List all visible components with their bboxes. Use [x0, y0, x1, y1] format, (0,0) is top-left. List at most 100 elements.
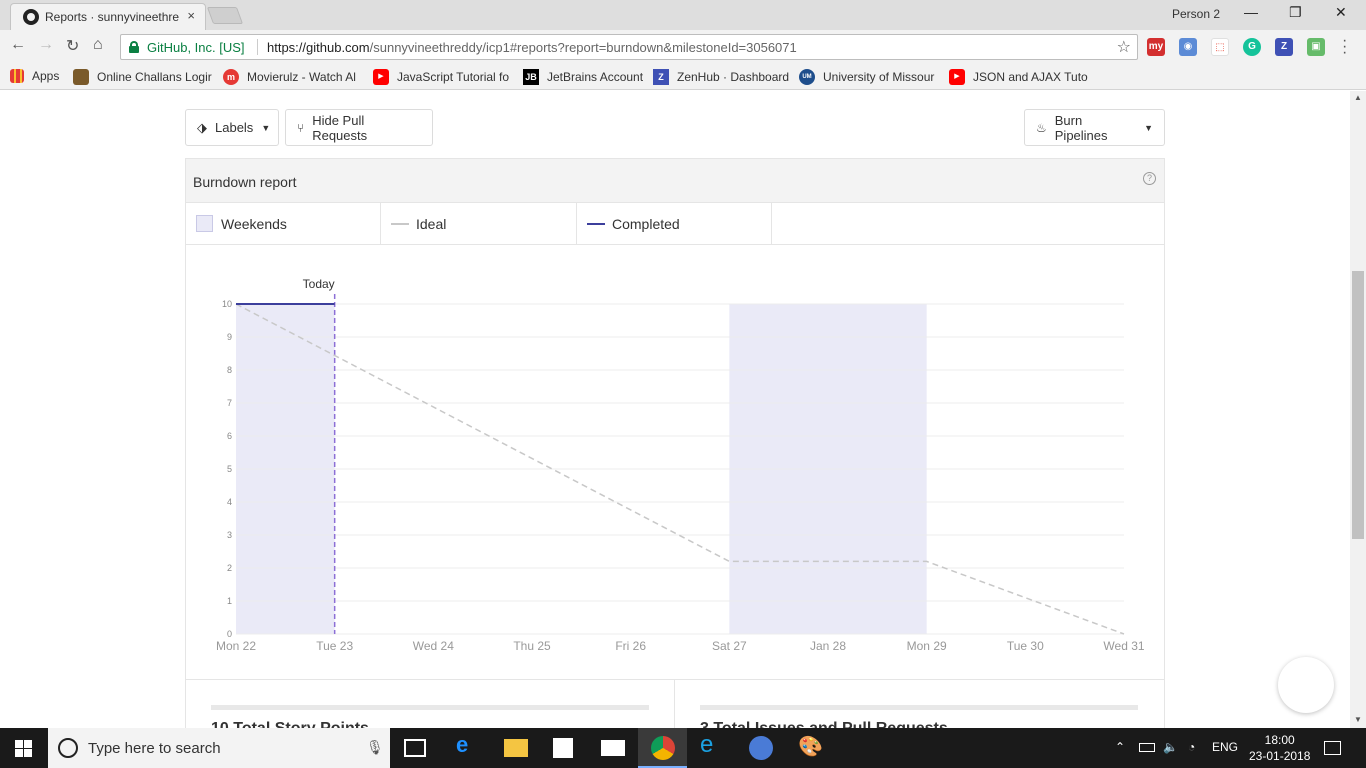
- file-explorer-icon[interactable]: [504, 739, 528, 757]
- chrome-active-taskbar[interactable]: [638, 728, 687, 768]
- bookmark-apps[interactable]: Apps: [10, 69, 59, 83]
- address-bar[interactable]: GitHub, Inc. [US] https://github.com/sun…: [120, 34, 1138, 60]
- x-tick-label: Tue 23: [316, 639, 353, 653]
- bookmark-star-icon[interactable]: ☆: [1117, 37, 1131, 57]
- edge-icon[interactable]: e: [456, 732, 480, 757]
- x-tick-label: Wed 24: [413, 639, 454, 653]
- lock-icon: [129, 41, 139, 53]
- apps-grid-icon: [10, 69, 24, 83]
- story-points-bar: [211, 705, 649, 710]
- browser-menu-icon[interactable]: · · ·: [1342, 33, 1347, 61]
- x-tick-label: Tue 30: [1007, 639, 1044, 653]
- back-icon[interactable]: ←: [10, 36, 26, 54]
- legend-ideal[interactable]: Ideal: [381, 203, 577, 244]
- close-window-icon[interactable]: ✕: [1335, 4, 1347, 21]
- legend-weekends[interactable]: Weekends: [186, 203, 381, 244]
- legend-completed[interactable]: Completed: [577, 203, 772, 244]
- jetbrains-icon: JB: [523, 69, 539, 85]
- panel-header: Burndown report ?: [186, 159, 1164, 203]
- page-scrollbar[interactable]: ▲ ▼: [1350, 91, 1366, 728]
- extension-image-icon[interactable]: ▣: [1307, 38, 1325, 56]
- address-divider: [257, 39, 258, 55]
- windows-taskbar: Type here to search 🎙 e e 🎨 ⌃ 🔈 ◔ ENG 18…: [0, 728, 1366, 768]
- new-tab-button[interactable]: [206, 7, 244, 24]
- bookmark-json-ajax[interactable]: ▶ JSON and AJAX Tuto: [949, 69, 1088, 85]
- scroll-down-icon[interactable]: ▼: [1354, 715, 1362, 724]
- internet-explorer-icon[interactable]: e: [700, 731, 724, 758]
- tray-chevron-icon[interactable]: ⌃: [1115, 740, 1125, 754]
- chrome-secondary-icon[interactable]: [749, 736, 773, 760]
- flame-icon: ♨: [1036, 120, 1047, 135]
- forward-icon[interactable]: →: [38, 36, 54, 54]
- burn-pipelines-button[interactable]: ♨ Burn Pipelines ▼: [1024, 109, 1165, 146]
- y-tick-label: 10: [222, 299, 232, 309]
- x-tick-label: Mon 29: [907, 639, 947, 653]
- volume-icon[interactable]: 🔈: [1163, 740, 1178, 754]
- stats-section: 10 Total Story Points 3 Total Issues and…: [186, 679, 1164, 728]
- extension-dot-icon[interactable]: ◉: [1179, 38, 1197, 56]
- bookmark-javascript-tutorial[interactable]: ▶ JavaScript Tutorial fo: [373, 69, 509, 85]
- bookmark-online-challans[interactable]: Online Challans Logir: [73, 69, 212, 85]
- extension-zenhub-icon[interactable]: Z: [1275, 38, 1293, 56]
- bookmark-zenhub[interactable]: Z ZenHub · Dashboard: [653, 69, 789, 85]
- stats-divider: [674, 680, 675, 728]
- minimize-icon[interactable]: —: [1244, 4, 1258, 20]
- bookmark-movierulz[interactable]: m Movierulz - Watch Al: [223, 69, 356, 85]
- chrome-icon: [651, 736, 675, 760]
- bookmark-label: University of Missour: [823, 70, 935, 84]
- home-icon[interactable]: ⌂: [93, 36, 103, 54]
- help-icon[interactable]: ?: [1143, 172, 1156, 185]
- paint-icon[interactable]: 🎨: [798, 734, 823, 758]
- windows-start-icon[interactable]: [15, 740, 32, 757]
- y-tick-label: 0: [227, 629, 232, 639]
- legend-completed-label: Completed: [612, 215, 680, 232]
- ideal-swatch: [391, 222, 409, 225]
- bookmark-label: Movierulz - Watch Al: [247, 70, 356, 84]
- x-tick-label: Jan 28: [810, 639, 846, 653]
- total-story-points: 10 Total Story Points: [211, 720, 369, 728]
- issues-bar: [700, 705, 1138, 710]
- hide-pull-requests-button[interactable]: ⑂ Hide Pull Requests: [285, 109, 433, 146]
- tag-icon: ⬗: [197, 119, 207, 135]
- extension-pdf-icon[interactable]: ⬚: [1211, 38, 1229, 56]
- reload-icon[interactable]: ↻: [66, 36, 79, 56]
- bookmark-label: JetBrains Account: [547, 70, 644, 84]
- mail-icon[interactable]: [601, 740, 625, 756]
- microphone-icon[interactable]: 🎙: [366, 739, 384, 756]
- wifi-icon[interactable]: ◔: [1188, 740, 1195, 754]
- tab-strip: Reports · sunnyvineethre × Person 2 — ❐ …: [0, 0, 1366, 30]
- floating-action-button[interactable]: [1278, 657, 1334, 713]
- tab-close-icon[interactable]: ×: [187, 8, 195, 23]
- bookmark-label: JSON and AJAX Tuto: [973, 70, 1088, 84]
- extension-grammarly-icon[interactable]: G: [1243, 38, 1261, 56]
- x-tick-label: Sat 27: [712, 639, 747, 653]
- language-indicator[interactable]: ENG: [1212, 740, 1238, 754]
- labels-button[interactable]: ⬗ Labels ▼: [185, 109, 279, 146]
- clock[interactable]: 18:00 23-01-2018: [1249, 732, 1310, 764]
- youtube-icon: ▶: [373, 69, 389, 85]
- notifications-icon[interactable]: [1324, 741, 1341, 755]
- search-placeholder: Type here to search: [88, 740, 221, 757]
- legend-weekends-label: Weekends: [221, 215, 287, 232]
- restore-icon[interactable]: ❐: [1289, 4, 1302, 21]
- chevron-down-icon: ▼: [261, 122, 271, 133]
- tab-title: Reports · sunnyvineethre: [45, 10, 180, 24]
- site-identity[interactable]: GitHub, Inc. [US]: [147, 40, 245, 55]
- bookmark-university[interactable]: UM University of Missour: [799, 69, 934, 85]
- task-view-icon[interactable]: [404, 739, 426, 757]
- bookmark-jetbrains[interactable]: JB JetBrains Account: [523, 69, 643, 85]
- burn-pipelines-label: Burn Pipelines: [1054, 112, 1108, 143]
- total-issues: 3 Total Issues and Pull Requests: [700, 720, 948, 728]
- battery-icon[interactable]: [1139, 743, 1155, 752]
- bookmark-label: JavaScript Tutorial fo: [397, 70, 510, 84]
- scroll-up-icon[interactable]: ▲: [1354, 93, 1362, 102]
- taskbar-search[interactable]: Type here to search 🎙: [48, 728, 390, 768]
- extension-my-icon[interactable]: my: [1147, 38, 1165, 56]
- y-tick-label: 1: [227, 596, 232, 606]
- profile-name[interactable]: Person 2: [1172, 7, 1220, 21]
- browser-tab[interactable]: Reports · sunnyvineethre ×: [10, 3, 206, 30]
- bookmark-label: Online Challans Logir: [97, 70, 212, 84]
- url-text[interactable]: https://github.com/sunnyvineethreddy/icp…: [267, 40, 797, 55]
- scrollbar-thumb[interactable]: [1352, 271, 1364, 539]
- store-icon[interactable]: [553, 738, 573, 758]
